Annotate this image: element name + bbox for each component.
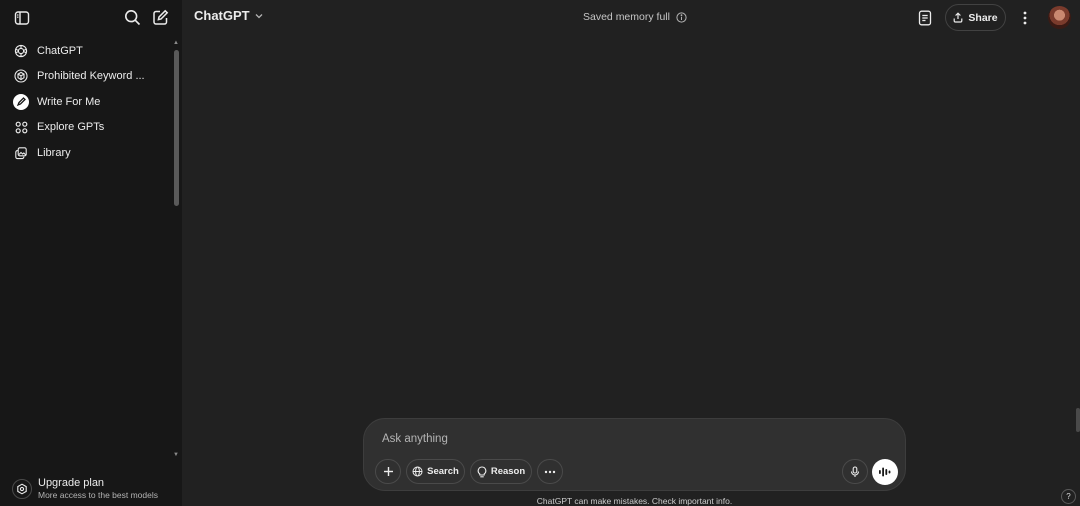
share-label: Share [968,11,998,24]
sidebar-header [0,0,182,36]
more-options-icon[interactable] [1017,7,1033,29]
disclaimer: ChatGPT can make mistakes. Check importa… [536,496,733,506]
sidebar-item-prohibited-keyword[interactable]: Prohibited Keyword ... [0,64,172,90]
prompt-input[interactable] [382,429,882,449]
microphone-icon [850,465,860,477]
model-selector[interactable]: ChatGPT [194,8,264,23]
sidebar-item-label: Write For Me [37,95,101,108]
reason-label: Reason [490,466,526,477]
more-tools-button[interactable] [537,459,563,484]
composer: Search Reason [363,418,906,491]
search-icon[interactable] [121,6,143,28]
openai-logo-icon [13,43,29,59]
voice-wave-icon [879,467,891,477]
info-icon[interactable] [676,11,687,23]
sidebar: ChatGPT Prohibited Keyword ... Write For… [0,0,182,506]
grid-icon [13,119,29,135]
sidebar-item-label: ChatGPT [37,44,83,57]
upgrade-subtitle: More access to the best models [38,490,159,500]
search-label: Search [427,466,459,477]
sidebar-toggle-icon[interactable] [11,7,33,29]
sidebar-item-chatgpt[interactable]: ChatGPT [0,38,172,64]
memory-status-text: Saved memory full [583,11,670,23]
attach-button[interactable] [375,459,401,484]
resize-handle[interactable] [1076,408,1080,432]
globe-icon [412,466,423,477]
voice-mode-button[interactable] [872,459,898,485]
upgrade-title: Upgrade plan [38,477,105,489]
ellipsis-icon [544,470,556,473]
images-icon [13,145,29,161]
upgrade-icon [12,479,32,499]
avatar[interactable] [1048,6,1071,29]
help-button[interactable]: ? [1061,489,1076,504]
microphone-button[interactable] [842,459,868,484]
sidebar-item-label: Explore GPTs [37,121,105,134]
scroll-down-arrow-icon[interactable]: ▼ [173,452,179,458]
document-icon[interactable] [916,7,934,29]
sidebar-item-write-for-me[interactable]: Write For Me [0,89,172,115]
lightbulb-icon [477,465,487,477]
chevron-down-icon [255,13,263,18]
sidebar-item-explore-gpts[interactable]: Explore GPTs [0,115,172,141]
scrollbar-thumb[interactable] [174,50,179,206]
new-chat-icon[interactable] [149,6,171,28]
sidebar-item-label: Library [37,146,71,159]
reason-button[interactable]: Reason [470,459,532,484]
model-name: ChatGPT [194,8,250,23]
pen-icon [13,93,29,110]
sidebar-scrollbar[interactable]: ▲ ▼ [173,40,180,460]
plus-icon [383,467,393,476]
memory-status: Saved memory full [583,11,687,23]
scroll-up-arrow-icon[interactable]: ▲ [173,40,179,46]
share-icon [954,12,963,23]
sidebar-nav: ChatGPT Prohibited Keyword ... Write For… [0,38,172,166]
cube-icon [13,68,29,84]
top-bar: ChatGPT Saved memory full Share [182,0,1080,36]
search-button[interactable]: Search [406,459,465,484]
upgrade-plan-button[interactable]: Upgrade plan More access to the best mod… [12,474,177,504]
sidebar-item-library[interactable]: Library [0,140,172,166]
sidebar-item-label: Prohibited Keyword ... [37,70,145,83]
share-button[interactable]: Share [945,4,1006,31]
